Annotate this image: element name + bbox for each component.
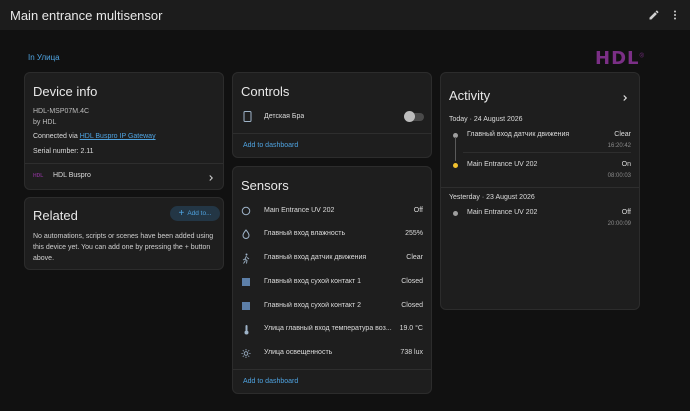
integration-row[interactable]: HDL HDL Buspro: [25, 167, 223, 187]
chevron-right-icon[interactable]: [620, 90, 630, 108]
sensors-add-dashboard-button[interactable]: Add to dashboard: [243, 378, 298, 385]
thermometer-icon: [241, 324, 251, 334]
sensor-value: Clear: [406, 254, 423, 261]
activity-event[interactable]: Главный вход датчик движения Clear 16:20…: [441, 128, 639, 152]
area-link[interactable]: In Улица: [28, 53, 60, 62]
event-name: Main Entrance UV 202: [467, 161, 538, 168]
page-title: Main entrance multisensor: [10, 8, 163, 23]
controls-add-dashboard-button[interactable]: Add to dashboard: [243, 142, 298, 149]
event-name: Main Entrance UV 202: [467, 209, 538, 216]
add-to-label: Add to...: [187, 210, 212, 217]
sensors-title: Sensors: [241, 178, 289, 193]
event-time: 16:20:42: [607, 143, 631, 149]
brightness-icon: [241, 348, 251, 358]
sensor-value: Closed: [401, 278, 423, 285]
sensor-value: 19.0 °C: [399, 325, 423, 332]
logo-text: HDL: [595, 48, 640, 69]
state-dot: [453, 211, 458, 216]
walk-icon: [241, 253, 251, 264]
sensor-label: Улица главный вход температура воз...: [264, 325, 392, 332]
sensors-card: Sensors Main Entrance UV 202 Off Главный…: [232, 166, 432, 394]
sensor-row[interactable]: Главный вход сухой контакт 1 Closed: [233, 274, 431, 290]
divider: [233, 133, 431, 134]
divider: [463, 152, 631, 153]
circle-icon: [241, 206, 251, 216]
sensor-value: Off: [413, 207, 423, 214]
sensor-label: Main Entrance UV 202: [264, 207, 335, 214]
square-icon: [241, 301, 251, 311]
sensor-value: Closed: [401, 302, 423, 309]
hdl-logo: HDL®: [595, 48, 644, 69]
related-card: Related + Add to... No automations, scri…: [24, 197, 224, 270]
sensor-label: Главный вход влажность: [264, 230, 346, 237]
sensor-row[interactable]: Главный вход влажность 255%: [233, 226, 431, 242]
activity-event[interactable]: Main Entrance UV 202 Off 20:00:09: [441, 206, 639, 230]
connected-via: Connected via HDL Buspro IP Gateway: [33, 133, 156, 140]
event-state: Off: [621, 209, 631, 216]
event-state: Clear: [614, 131, 631, 138]
sensor-row[interactable]: Главный вход сухой контакт 2 Closed: [233, 298, 431, 314]
toggle-knob: [404, 111, 415, 122]
more-vert-icon[interactable]: [668, 8, 682, 22]
logo-registered-mark: ®: [639, 53, 644, 60]
serial-number: Serial number: 2.11: [33, 148, 94, 155]
controls-card: Controls Детская Бра Add to dashboard: [232, 72, 432, 158]
event-time: 20:00:09: [607, 221, 631, 227]
related-empty-text: No automations, scripts or scenes have b…: [33, 233, 214, 262]
divider: [25, 163, 223, 164]
connected-via-prefix: Connected via: [33, 133, 80, 140]
water-drop-icon: [241, 229, 251, 239]
top-app-bar: Main entrance multisensor: [0, 0, 690, 30]
divider: [233, 369, 431, 370]
integration-logo-icon: HDL: [33, 173, 44, 179]
add-to-button[interactable]: + Add to...: [170, 206, 220, 221]
related-title: Related: [33, 208, 78, 223]
square-icon: [241, 277, 251, 287]
activity-title: Activity: [449, 88, 491, 103]
control-toggle[interactable]: [404, 111, 424, 122]
sensor-label: Главный вход сухой контакт 2: [264, 302, 362, 309]
chevron-right-icon: [206, 170, 216, 188]
activity-date: Yesterday · 23 August 2026: [449, 194, 535, 201]
device-manufacturer: by HDL: [33, 119, 57, 126]
gateway-link[interactable]: HDL Buspro IP Gateway: [80, 133, 156, 140]
sensor-row[interactable]: Улица освещенность 738 lux: [233, 345, 431, 361]
sensor-value: 738 lux: [400, 349, 423, 356]
event-time: 08:00:03: [607, 173, 631, 179]
divider: [441, 187, 639, 188]
sensor-label: Улица освещенность: [264, 349, 333, 356]
device-info-title: Device info: [33, 84, 98, 99]
device-info-card: Device info HDL-MSP07M.4C by HDL Connect…: [24, 72, 224, 190]
device-model: HDL-MSP07M.4C: [33, 108, 90, 115]
edit-pencil-icon[interactable]: [647, 8, 661, 22]
activity-card: Activity Today · 24 August 2026 Главный …: [440, 72, 640, 310]
controls-title: Controls: [241, 84, 290, 99]
event-state: On: [621, 161, 631, 168]
control-label: Детская Бра: [264, 113, 305, 120]
event-name: Главный вход датчик движения: [467, 131, 570, 138]
sensor-label: Главный вход сухой контакт 1: [264, 278, 362, 285]
state-dot: [453, 163, 458, 168]
sensor-label: Главный вход датчик движения: [264, 254, 367, 261]
sensor-row[interactable]: Main Entrance UV 202 Off: [233, 203, 431, 219]
sensor-value: 255%: [405, 230, 423, 237]
sensor-row[interactable]: Улица главный вход температура воз... 19…: [233, 321, 431, 337]
integration-name: HDL Buspro: [53, 172, 91, 179]
sensor-row[interactable]: Главный вход датчик движения Clear: [233, 250, 431, 266]
activity-event[interactable]: Main Entrance UV 202 On 08:00:03: [441, 158, 639, 182]
tablet-icon: [242, 110, 252, 122]
plus-icon: +: [178, 207, 185, 219]
activity-date: Today · 24 August 2026: [449, 116, 523, 123]
